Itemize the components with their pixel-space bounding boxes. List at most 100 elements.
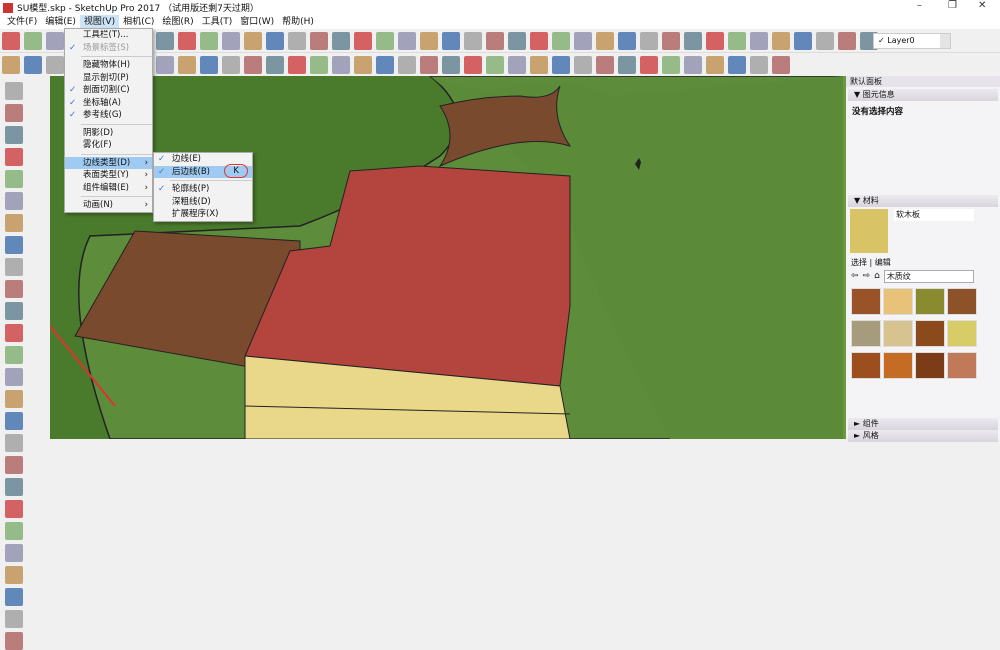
home-icon[interactable]: ⌂	[874, 271, 880, 281]
menu-item[interactable]: ✓ 坐标轴(A)	[65, 97, 152, 110]
toolbar-tool-icon[interactable]	[662, 55, 680, 74]
menu-item[interactable]: 显示剖切(P)	[65, 72, 152, 85]
menu-item[interactable]: ✓ 参考线(G)	[65, 109, 152, 122]
toolbar-tool-icon[interactable]	[5, 192, 23, 210]
toolbar-tool-icon[interactable]	[574, 31, 592, 50]
toolbar-tool-icon[interactable]	[376, 55, 394, 74]
toolbar-tool-icon[interactable]	[618, 31, 636, 50]
toolbar-tool-icon[interactable]	[5, 522, 23, 540]
model-scene[interactable]	[49, 75, 844, 440]
material-swatch[interactable]	[851, 352, 881, 379]
tab-select[interactable]: 选择	[851, 258, 867, 267]
material-swatch[interactable]	[947, 320, 977, 347]
toolbar-tool-icon[interactable]	[244, 55, 262, 74]
material-swatch[interactable]	[883, 288, 913, 315]
toolbar-tool-icon[interactable]	[332, 31, 350, 50]
toolbar-tool-icon[interactable]	[5, 104, 23, 122]
toolbar-tool-icon[interactable]	[5, 412, 23, 430]
toolbar-tool-icon[interactable]	[5, 346, 23, 364]
layer-select[interactable]: ✓ Layer0	[873, 33, 951, 49]
material-swatch[interactable]	[915, 320, 945, 347]
toolbar-tool-icon[interactable]	[178, 55, 196, 74]
menu-item[interactable]: 扩展程序(X)	[154, 208, 252, 221]
toolbar-tool-icon[interactable]	[5, 170, 23, 188]
toolbar-tool-icon[interactable]	[310, 55, 328, 74]
toolbar-tool-icon[interactable]	[178, 31, 196, 50]
toolbar-tool-icon[interactable]	[5, 478, 23, 496]
toolbar-tool-icon[interactable]	[442, 31, 460, 50]
toolbar-tool-icon[interactable]	[5, 368, 23, 386]
toolbar-tool-icon[interactable]	[244, 31, 262, 50]
toolbar-tool-icon[interactable]	[5, 82, 23, 100]
material-swatch[interactable]	[851, 288, 881, 315]
menu-item[interactable]: 雾化(F)	[65, 139, 152, 152]
toolbar-tool-icon[interactable]	[794, 31, 812, 50]
toolbar-tool-icon[interactable]	[288, 55, 306, 74]
toolbar-tool-icon[interactable]	[398, 31, 416, 50]
toolbar-tool-icon[interactable]	[5, 566, 23, 584]
toolbar-tool-icon[interactable]	[222, 55, 240, 74]
tab-edit[interactable]: 编辑	[875, 258, 891, 267]
toolbar-tool-icon[interactable]	[5, 302, 23, 320]
toolbar-tool-icon[interactable]	[706, 55, 724, 74]
toolbar-tool-icon[interactable]	[24, 55, 42, 74]
menu-item[interactable]: 阴影(D)	[65, 127, 152, 140]
back-icon[interactable]: ⇦	[851, 271, 859, 281]
toolbar-tool-icon[interactable]	[398, 55, 416, 74]
toolbar-tool-icon[interactable]	[200, 31, 218, 50]
menu-camera[interactable]: 相机(C)	[119, 15, 158, 29]
library-select[interactable]: 木质纹	[883, 269, 974, 283]
toolbar-tool-icon[interactable]	[530, 55, 548, 74]
material-swatch[interactable]	[851, 320, 881, 347]
toolbar-tool-icon[interactable]	[5, 148, 23, 166]
entity-info-header[interactable]: ▼ 图元信息	[848, 89, 998, 101]
toolbar-tool-icon[interactable]	[5, 588, 23, 606]
toolbar-tool-icon[interactable]	[640, 55, 658, 74]
toolbar-tool-icon[interactable]	[24, 31, 42, 50]
menu-item[interactable]: ✓ 轮廓线(P)	[154, 183, 252, 196]
toolbar-tool-icon[interactable]	[5, 544, 23, 562]
toolbar-tool-icon[interactable]	[5, 258, 23, 276]
toolbar-tool-icon[interactable]	[332, 55, 350, 74]
toolbar-tool-icon[interactable]	[5, 126, 23, 144]
toolbar-tool-icon[interactable]	[5, 632, 23, 650]
toolbar-tool-icon[interactable]	[508, 55, 526, 74]
toolbar-tool-icon[interactable]	[684, 31, 702, 50]
toolbar-tool-icon[interactable]	[596, 31, 614, 50]
menu-item[interactable]: 边线类型(D) ›	[65, 156, 152, 169]
toolbar-tool-icon[interactable]	[222, 31, 240, 50]
toolbar-tool-icon[interactable]	[706, 31, 724, 50]
toolbar-tool-icon[interactable]	[772, 31, 790, 50]
toolbar-tool-icon[interactable]	[5, 214, 23, 232]
toolbar-tool-icon[interactable]	[442, 55, 460, 74]
toolbar-tool-icon[interactable]	[464, 31, 482, 50]
menu-tools[interactable]: 工具(T)	[198, 15, 237, 29]
toolbar-tool-icon[interactable]	[508, 31, 526, 50]
toolbar-tool-icon[interactable]	[640, 31, 658, 50]
toolbar-tool-icon[interactable]	[5, 236, 23, 254]
menu-window[interactable]: 窗口(W)	[236, 15, 278, 29]
toolbar-tool-icon[interactable]	[5, 390, 23, 408]
toolbar-tool-icon[interactable]	[5, 324, 23, 342]
toolbar-tool-icon[interactable]	[574, 55, 592, 74]
toolbar-tool-icon[interactable]	[750, 55, 768, 74]
toolbar-tool-icon[interactable]	[156, 55, 174, 74]
menu-draw[interactable]: 绘图(R)	[158, 15, 197, 29]
dropdown-arrow-icon[interactable]	[940, 34, 950, 48]
toolbar-tool-icon[interactable]	[200, 55, 218, 74]
toolbar-tool-icon[interactable]	[5, 456, 23, 474]
menu-item[interactable]: 隐藏物体(H)	[65, 59, 152, 72]
toolbar-tool-icon[interactable]	[552, 55, 570, 74]
toolbar-tool-icon[interactable]	[816, 31, 834, 50]
toolbar-tool-icon[interactable]	[420, 55, 438, 74]
toolbar-tool-icon[interactable]	[552, 31, 570, 50]
toolbar-tool-icon[interactable]	[772, 55, 790, 74]
toolbar-tool-icon[interactable]	[750, 31, 768, 50]
minimize-button[interactable]: –	[917, 0, 922, 11]
menu-help[interactable]: 帮助(H)	[278, 15, 318, 29]
toolbar-tool-icon[interactable]	[2, 31, 20, 50]
menu-item[interactable]: 深粗线(D)	[154, 196, 252, 209]
toolbar-tool-icon[interactable]	[310, 31, 328, 50]
menu-item[interactable]: 组件编辑(E) ›	[65, 182, 152, 195]
material-swatch[interactable]	[883, 320, 913, 347]
